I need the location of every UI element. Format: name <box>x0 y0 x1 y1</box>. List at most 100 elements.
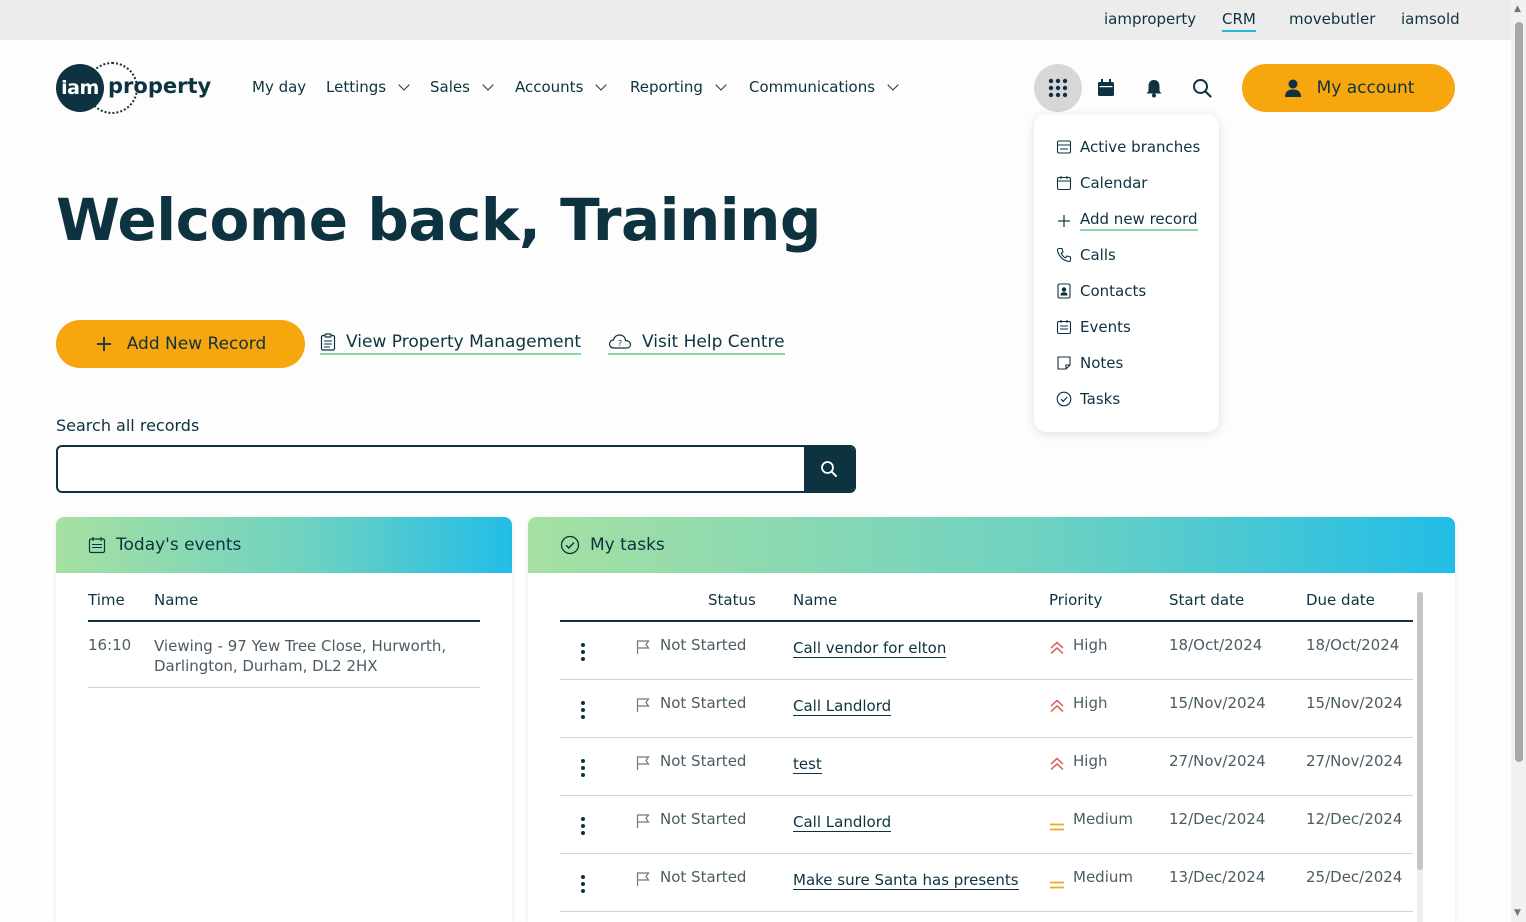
menu-item-contacts[interactable]: Contacts <box>1056 282 1146 300</box>
calendar-button[interactable] <box>1082 64 1130 112</box>
tasks-scrollbar[interactable] <box>1417 592 1423 922</box>
task-name-link[interactable]: test <box>793 755 822 774</box>
chevron-down-icon <box>595 79 608 91</box>
my-tasks-card: My tasks <box>528 517 1455 922</box>
search-input[interactable] <box>58 447 806 491</box>
page-scrollbar[interactable]: ▲ ▼ <box>1511 0 1526 922</box>
events-icon <box>1056 320 1072 335</box>
task-name-link[interactable]: Call Landlord <box>793 697 892 716</box>
add-new-record-button[interactable]: Add New Record <box>56 320 305 368</box>
task-status: Not Started <box>660 694 747 712</box>
row-actions-kebab-icon[interactable] <box>581 701 585 722</box>
search-submit-button[interactable] <box>804 447 854 491</box>
logo-word: property <box>108 74 212 98</box>
view-property-management-link[interactable]: View Property Management <box>320 332 582 355</box>
apps-grid-button[interactable] <box>1034 64 1082 112</box>
plus-icon <box>96 337 111 351</box>
nav-reporting-label: Reporting <box>630 78 703 96</box>
menu-item-calls[interactable]: Calls <box>1056 246 1116 264</box>
menu-item-tasks[interactable]: Tasks <box>1056 390 1120 408</box>
calendar-icon <box>1098 79 1114 96</box>
chevron-down-icon <box>398 79 410 91</box>
row-actions-kebab-icon[interactable] <box>581 817 585 838</box>
phone-icon <box>1056 247 1072 263</box>
calendar-icon <box>1056 176 1072 191</box>
event-time: 16:10 <box>88 636 132 654</box>
task-row-rule <box>560 911 1413 912</box>
event-name[interactable]: Viewing - 97 Yew Tree Close, Hurworth, D… <box>154 636 446 676</box>
tasks-col-start-date: Start date <box>1169 591 1245 609</box>
welcome-heading: Welcome back, Training <box>56 186 821 254</box>
task-name-link[interactable]: Make sure Santa has presents <box>793 871 1019 890</box>
iamproperty-logo[interactable]: iam property <box>56 62 211 114</box>
priority-high-icon <box>1050 757 1064 771</box>
menu-item-notes[interactable]: Notes <box>1056 354 1123 372</box>
task-due-date: 27/Nov/2024 <box>1306 752 1403 770</box>
top-link-movebutler[interactable]: movebutler <box>1289 10 1375 28</box>
task-priority: High <box>1073 752 1108 770</box>
menu-item-events[interactable]: Events <box>1056 318 1131 336</box>
scroll-up-arrow-icon[interactable]: ▲ <box>1514 4 1521 14</box>
tasks-col-priority: Priority <box>1049 591 1103 609</box>
nav-sales[interactable]: Sales <box>430 78 494 96</box>
search-button[interactable] <box>1178 64 1226 112</box>
nav-communications[interactable]: Communications <box>749 78 899 96</box>
nav-my-day-label: My day <box>252 78 307 96</box>
flag-icon <box>636 756 650 770</box>
events-col-time: Time <box>88 591 125 609</box>
search-icon <box>821 461 837 477</box>
menu-item-label: Contacts <box>1080 282 1147 300</box>
status-flag <box>635 755 651 775</box>
add-new-record-label: Add New Record <box>126 334 267 354</box>
task-priority: Medium <box>1073 868 1133 886</box>
my-account-button[interactable]: My account <box>1242 64 1455 112</box>
nav-my-day[interactable]: My day <box>252 78 306 96</box>
row-actions-kebab-icon[interactable] <box>581 759 585 780</box>
page-scrollbar-thumb[interactable] <box>1515 22 1523 762</box>
plus-icon <box>1058 214 1070 227</box>
task-start-date: 27/Nov/2024 <box>1169 752 1266 770</box>
search-box <box>56 445 856 493</box>
task-status: Not Started <box>660 752 747 770</box>
menu-item-active-branches[interactable]: Active branches <box>1056 138 1200 156</box>
nav-reporting[interactable]: Reporting <box>630 78 727 96</box>
nav-accounts[interactable]: Accounts <box>515 78 608 96</box>
tasks-header-rule <box>560 620 1413 622</box>
top-link-iamsold[interactable]: iamsold <box>1401 10 1460 28</box>
nav-accounts-label: Accounts <box>515 78 584 96</box>
status-flag <box>635 813 651 833</box>
top-product-strip: iamproperty CRM movebutler iamsold <box>0 0 1511 40</box>
notifications-button[interactable] <box>1130 64 1178 112</box>
priority-indicator <box>1049 756 1065 775</box>
priority-medium-icon <box>1050 823 1064 831</box>
menu-item-label: Tasks <box>1080 390 1121 408</box>
logo-mark: iam <box>56 64 104 112</box>
row-actions-kebab-icon[interactable] <box>581 643 585 664</box>
bell-icon <box>1146 80 1162 98</box>
priority-indicator <box>1049 698 1065 717</box>
tasks-scrollbar-thumb[interactable] <box>1417 592 1423 870</box>
priority-indicator <box>1049 875 1065 894</box>
visit-help-centre-link[interactable]: ? Visit Help Centre <box>608 332 785 355</box>
task-start-date: 15/Nov/2024 <box>1169 694 1266 712</box>
note-icon <box>1057 356 1071 370</box>
task-name-link[interactable]: Call vendor for elton <box>793 639 947 658</box>
task-due-date: 25/Dec/2024 <box>1306 868 1403 886</box>
chevron-down-icon <box>482 79 494 91</box>
menu-item-add-new-record[interactable]: Add new record <box>1056 210 1198 231</box>
task-row-rule <box>560 679 1413 680</box>
clipboard-icon <box>320 333 336 351</box>
task-name-link[interactable]: Call Landlord <box>793 813 892 832</box>
search-icon <box>1193 79 1212 98</box>
scroll-down-arrow-icon[interactable]: ▼ <box>1514 908 1521 918</box>
row-actions-kebab-icon[interactable] <box>581 875 585 896</box>
task-row-rule <box>560 795 1413 796</box>
flag-icon <box>636 640 650 654</box>
nav-lettings[interactable]: Lettings <box>326 78 410 96</box>
menu-item-calendar[interactable]: Calendar <box>1056 174 1147 192</box>
top-link-crm[interactable]: CRM <box>1222 10 1256 32</box>
top-link-iamproperty[interactable]: iamproperty <box>1104 10 1196 28</box>
visit-help-centre-label: Visit Help Centre <box>642 332 785 352</box>
events-header-rule <box>88 620 480 622</box>
priority-indicator <box>1049 640 1065 659</box>
